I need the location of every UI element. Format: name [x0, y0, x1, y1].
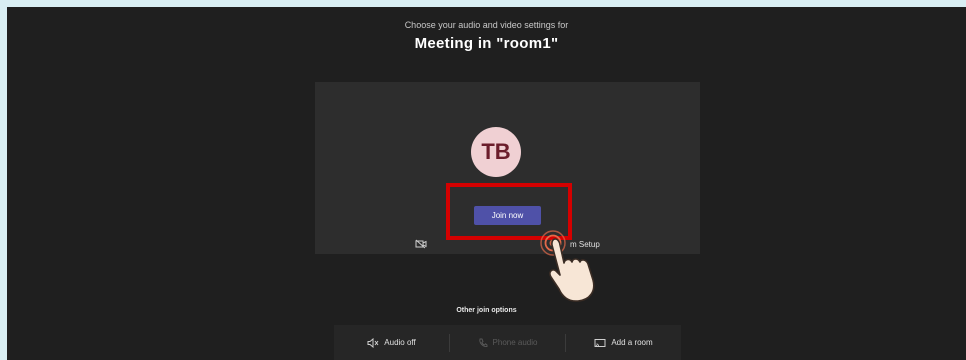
- audio-off-label: Audio off: [384, 338, 416, 347]
- speaker-off-icon: [367, 337, 379, 348]
- video-preview: TB Join now m Setup: [315, 82, 700, 254]
- add-room-label: Add a room: [611, 338, 653, 347]
- camera-off-icon[interactable]: [415, 239, 427, 249]
- meeting-title: Meeting in "room1": [414, 35, 559, 52]
- join-now-button[interactable]: Join now: [474, 206, 541, 225]
- teams-prejoin-screen: Choose your audio and video settings for…: [7, 7, 966, 360]
- other-join-options-label: Other join options: [456, 307, 517, 314]
- avatar: TB: [471, 127, 521, 177]
- phone-audio-label: Phone audio: [492, 338, 538, 347]
- pointing-hand-icon: [540, 230, 595, 302]
- prejoin-subtitle: Choose your audio and video settings for: [404, 20, 569, 30]
- other-join-options-bar: Audio off Phone audio Add a room: [334, 325, 681, 360]
- audio-off-option[interactable]: Audio off: [334, 325, 449, 360]
- phone-audio-option: Phone audio: [450, 325, 565, 360]
- cast-icon: [594, 338, 606, 347]
- phone-icon: [478, 338, 487, 347]
- add-room-option[interactable]: Add a room: [566, 325, 681, 360]
